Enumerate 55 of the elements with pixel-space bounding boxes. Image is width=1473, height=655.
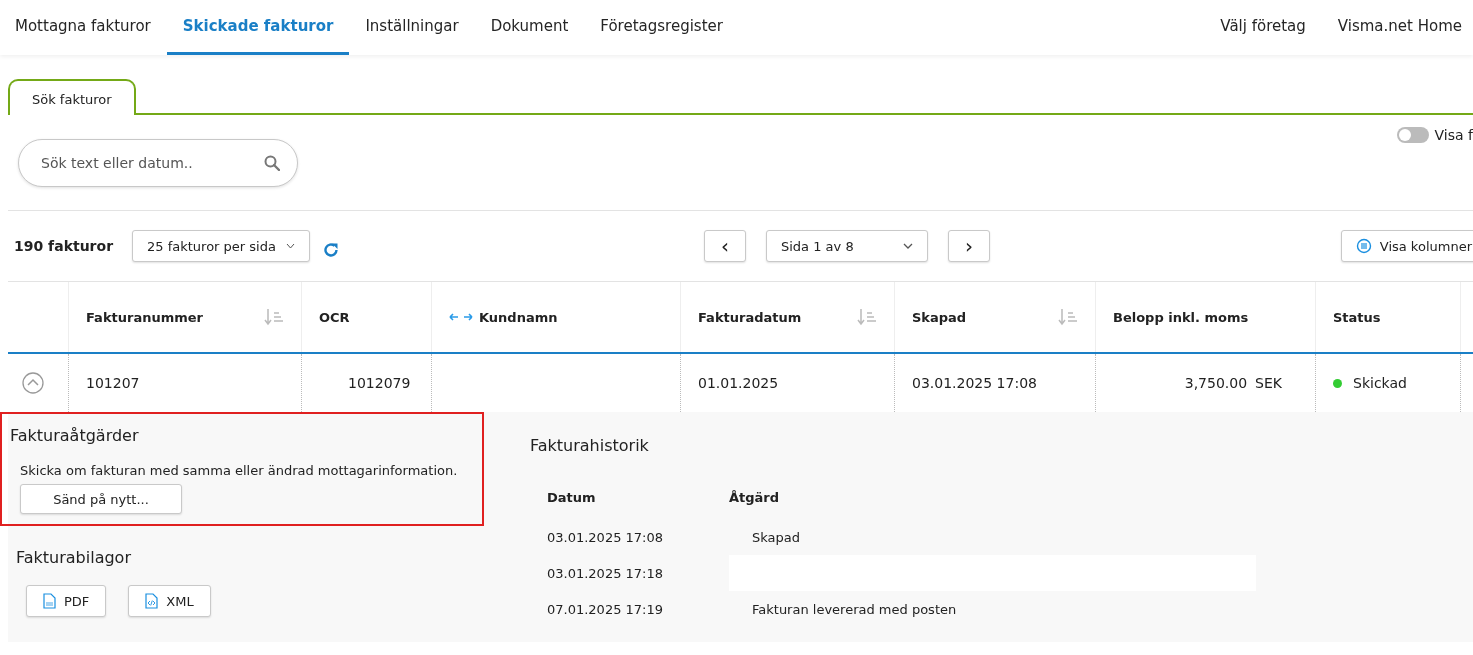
toggle-label: Visa f: [1434, 127, 1473, 143]
sort-icon: [857, 308, 877, 326]
column-header[interactable]: Fakturadatum: [680, 282, 894, 352]
column-header: Åtgärd: [729, 489, 781, 505]
resize-arrows-icon: [449, 312, 473, 322]
nav-link[interactable]: Välj företag: [1199, 0, 1317, 55]
tab[interactable]: Sök fakturor: [8, 79, 136, 115]
nav-tab[interactable]: Inställningar: [349, 0, 475, 55]
show-columns-button[interactable]: Visa kolumner: [1340, 230, 1473, 262]
refresh-icon: [321, 241, 340, 259]
nav-tab[interactable]: Företagsregister: [584, 0, 739, 55]
attachment-button[interactable]: PDF: [26, 585, 107, 617]
column-header[interactable]: Kundnamn: [431, 282, 680, 352]
section-title: Fakturabilagor: [16, 548, 132, 567]
column-header[interactable]: Fakturanummer: [68, 282, 301, 352]
table-cell-text: 03.01.2025 17:08: [547, 529, 665, 545]
next-page-button[interactable]: ›: [948, 230, 990, 262]
table-cell-text: Skapad: [751, 528, 801, 547]
column-header: Datum: [547, 489, 597, 505]
column-header[interactable]: Skapad: [894, 282, 1095, 352]
search-field[interactable]: Sök text eller datum..: [18, 139, 298, 187]
previous-page-button[interactable]: ‹: [704, 230, 746, 262]
toggle-switch[interactable]: [1396, 127, 1429, 143]
section-title: Fakturaåtgärder: [10, 426, 140, 445]
section-title: Fakturahistorik: [530, 436, 650, 455]
nav-link[interactable]: Visma.net Home: [1316, 0, 1473, 55]
column-header[interactable]: Status: [1315, 282, 1460, 352]
column-header[interactable]: OCR: [301, 282, 431, 352]
invoice-count: 190 fakturor: [14, 238, 115, 254]
table-cell: SEK: [1255, 375, 1282, 391]
resend-button[interactable]: Sänd på nytt...: [20, 484, 182, 514]
sort-icon: [264, 308, 284, 326]
document-icon: [43, 593, 56, 609]
chevron-down-icon: [285, 243, 295, 249]
search-icon: [264, 155, 280, 171]
column-header[interactable]: Belopp inkl. moms: [1095, 282, 1315, 352]
page-size-dropdown[interactable]: 25 fakturor per sida: [132, 230, 310, 262]
description-text: Skicka om fakturan med samma eller ändrad mottagarinformation.: [20, 463, 459, 478]
chevron-down-icon: [903, 243, 913, 249]
table-cell-text: 03.01.2025 17:18: [547, 565, 665, 581]
attachment-button[interactable]: XML: [128, 585, 211, 617]
nav-tab[interactable]: Dokument: [474, 0, 585, 55]
page-dropdown[interactable]: Sida 1 av 8: [766, 230, 928, 262]
nav-tab[interactable]: Mottagna fakturor: [0, 0, 167, 55]
columns-icon: [1355, 238, 1372, 254]
table-cell: 3,750.00: [1184, 375, 1248, 391]
table-cell: 1012079: [301, 354, 431, 412]
table-cell-text: 07.01.2025 17:19: [547, 601, 665, 617]
nav-tab[interactable]: Skickade fakturor: [166, 0, 350, 55]
table-cell-text: Fakturan levererad med posten: [751, 600, 958, 619]
sort-icon: [1058, 308, 1078, 326]
collapse-icon[interactable]: [22, 372, 44, 394]
document-icon: [145, 593, 159, 609]
status-text: Skickad: [1353, 375, 1407, 391]
table-cell: 101207: [68, 354, 301, 412]
